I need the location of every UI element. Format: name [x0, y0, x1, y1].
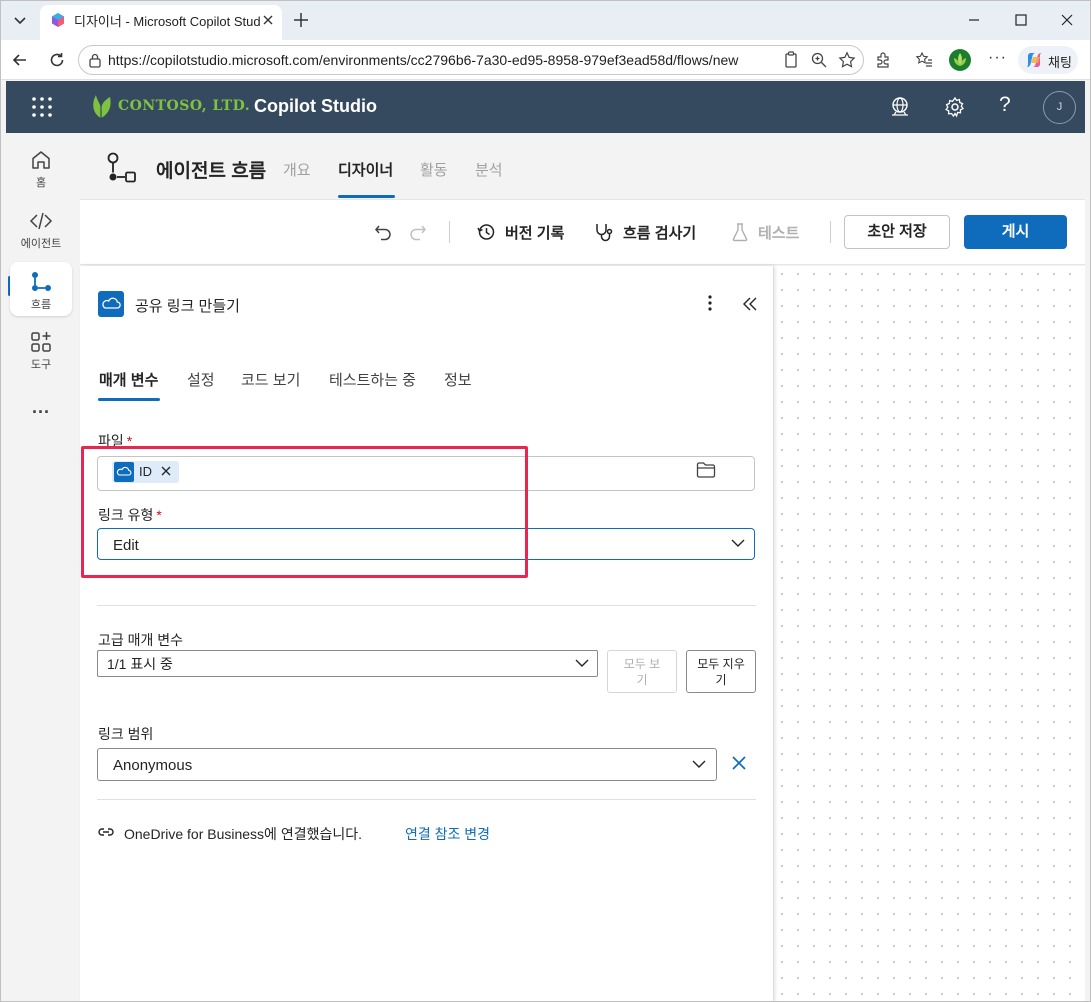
- link-scope-label: 링크 범위: [98, 726, 154, 742]
- collapse-panel-icon[interactable]: [742, 296, 758, 312]
- redo-icon[interactable]: [408, 222, 428, 242]
- connection-link-icon: [97, 825, 115, 839]
- rail-label-flows: 흐름: [30, 299, 52, 311]
- change-connection-link[interactable]: 연결 참조 변경: [405, 824, 490, 844]
- rail-label-home: 홈: [35, 177, 47, 189]
- undo-icon[interactable]: [373, 222, 393, 242]
- rail-item-agents[interactable]: 에이전트: [10, 201, 72, 255]
- link-scope-value: Anonymous: [113, 757, 193, 774]
- environment-globe-icon[interactable]: [889, 96, 911, 118]
- more-options-icon[interactable]: [708, 295, 714, 314]
- rail-item-flows[interactable]: 흐름: [10, 262, 72, 316]
- section-divider: [97, 799, 756, 800]
- tab-list-chevron-icon[interactable]: [10, 10, 30, 30]
- rail-item-home[interactable]: 홈: [10, 140, 72, 194]
- close-window-icon[interactable]: [1059, 12, 1075, 28]
- tools-icon: [29, 330, 53, 354]
- tab-close-icon[interactable]: [261, 13, 275, 27]
- tab-analytics[interactable]: 분석: [475, 159, 503, 180]
- toolbar-separator: [449, 221, 450, 243]
- favorites-list-icon[interactable]: [915, 51, 933, 69]
- chevron-down-icon: [731, 538, 745, 548]
- active-tab-indicator: [338, 195, 395, 198]
- extensions-icon[interactable]: [874, 51, 892, 69]
- chevron-down-icon: [575, 658, 589, 668]
- tab-designer[interactable]: 디자이너: [338, 159, 393, 180]
- user-avatar[interactable]: J: [1043, 91, 1076, 124]
- zoom-icon[interactable]: [810, 51, 828, 69]
- app-name[interactable]: Copilot Studio: [254, 96, 377, 117]
- copilot-chat-label: 채팅: [1048, 55, 1072, 70]
- flow-checker-button[interactable]: 흐름 검사기: [623, 222, 696, 243]
- panel-active-tab-indicator: [98, 398, 160, 401]
- refresh-icon[interactable]: [47, 50, 67, 70]
- panel-tab-parameters[interactable]: 매개 변수: [99, 369, 158, 390]
- chevron-down-icon: [692, 759, 706, 769]
- page-title: 에이전트 흐름: [156, 161, 267, 182]
- flow-checker-stethoscope-icon: [593, 222, 615, 244]
- browser-more-icon[interactable]: ···: [988, 49, 1007, 67]
- rail-item-tools[interactable]: 도구: [10, 322, 72, 376]
- action-config-panel: [80, 266, 773, 1002]
- copilot-icon: [1024, 50, 1044, 70]
- highlight-annotation: [81, 446, 528, 578]
- panel-tab-testing[interactable]: 테스트하는 중: [329, 369, 416, 390]
- rail-label-agents: 에이전트: [20, 238, 62, 250]
- test-button[interactable]: 테스트: [758, 222, 799, 243]
- action-title[interactable]: 공유 링크 만들기: [135, 295, 240, 316]
- save-draft-button[interactable]: 초안 저장: [844, 215, 950, 249]
- agent-flow-icon: [105, 152, 139, 184]
- back-icon[interactable]: [10, 50, 30, 70]
- contoso-leaf-logo-icon: [88, 92, 114, 120]
- remove-parameter-icon[interactable]: [730, 754, 748, 772]
- toolbar-separator: [830, 221, 831, 243]
- minimize-icon[interactable]: [966, 12, 982, 28]
- profile-avatar-icon[interactable]: [948, 48, 972, 72]
- favorite-star-icon[interactable]: [838, 51, 856, 69]
- reading-view-icon[interactable]: [783, 51, 799, 69]
- section-divider: [97, 605, 756, 606]
- advanced-params-value: 1/1 표시 중: [107, 656, 173, 672]
- test-flask-icon: [730, 222, 750, 242]
- url-text[interactable]: https://copilotstudio.microsoft.com/envi…: [108, 52, 738, 68]
- tab-overview[interactable]: 개요: [283, 159, 311, 180]
- advanced-params-label: 고급 매개 변수: [98, 632, 184, 648]
- tab-activity[interactable]: 활동: [420, 159, 448, 180]
- home-icon: [29, 148, 53, 172]
- flow-icon: [29, 270, 53, 294]
- folder-picker-icon[interactable]: [696, 461, 716, 479]
- panel-tab-code-view[interactable]: 코드 보기: [241, 369, 300, 390]
- onedrive-action-icon: [98, 291, 124, 317]
- publish-button[interactable]: 게시: [964, 215, 1067, 249]
- code-icon: [29, 209, 53, 233]
- connection-status-text: OneDrive for Business에 연결했습니다.: [124, 826, 362, 842]
- brand-name[interactable]: CONTOSO, LTD.: [118, 98, 250, 114]
- rail-more-icon[interactable]: ...: [32, 397, 50, 418]
- rail-label-tools: 도구: [30, 359, 52, 371]
- copilot-chat-button[interactable]: 채팅: [1018, 46, 1078, 74]
- site-info-lock-icon[interactable]: [88, 52, 102, 68]
- history-icon: [476, 222, 496, 242]
- clear-all-button[interactable]: 모두 지우 기: [686, 650, 756, 693]
- help-icon[interactable]: ?: [999, 93, 1011, 117]
- panel-tab-about[interactable]: 정보: [444, 369, 472, 390]
- maximize-icon[interactable]: [1013, 12, 1029, 28]
- flow-canvas[interactable]: [774, 266, 1085, 1002]
- version-history-button[interactable]: 버전 기록: [505, 222, 564, 243]
- panel-tab-settings[interactable]: 설정: [187, 369, 215, 390]
- app-launcher-icon[interactable]: [31, 96, 53, 118]
- settings-gear-icon[interactable]: [944, 96, 966, 118]
- show-all-button[interactable]: 모두 보기: [607, 650, 677, 693]
- new-tab-icon[interactable]: [292, 11, 310, 29]
- tab-title: 디자이너 - Microsoft Copilot Studio: [74, 14, 260, 29]
- copilot-studio-favicon-icon: [50, 12, 66, 28]
